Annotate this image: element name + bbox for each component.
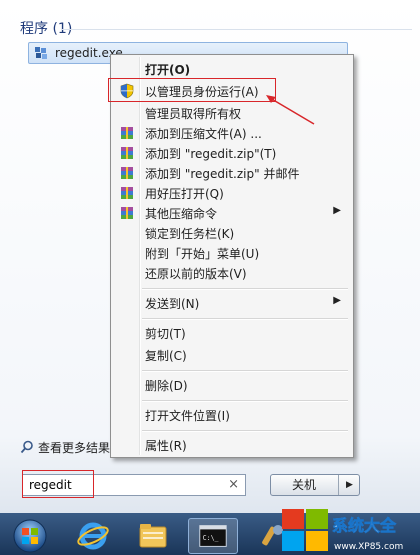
winrar-icon: [121, 127, 133, 139]
winrar-icon: [121, 167, 133, 179]
menu-separator: [142, 430, 348, 432]
menu-item-run-as-admin[interactable]: 以管理员身份运行(A): [113, 81, 351, 101]
menu-item-cut-label: 剪切(T): [145, 327, 186, 341]
search-icon: [20, 440, 33, 454]
menu-item-properties[interactable]: 属性(R): [113, 435, 351, 455]
menu-item-open-with-haozip[interactable]: 用好压打开(Q): [113, 183, 351, 203]
start-search-input[interactable]: [29, 477, 219, 493]
menu-item-add-to-zip-and-email-label: 添加到 "regedit.zip" 并邮件: [145, 167, 300, 181]
context-menu: 打开(O) 以管理员身份运行(A) 管理员取得所有权 添加到压缩文件(A) ..…: [110, 54, 354, 458]
menu-item-copy-label: 复制(C): [145, 349, 187, 363]
menu-separator: [142, 400, 348, 402]
menu-item-add-to-zip[interactable]: 添加到 "regedit.zip"(T): [113, 143, 351, 163]
menu-item-take-ownership[interactable]: 管理员取得所有权: [113, 103, 351, 123]
menu-item-open-with-haozip-label: 用好压打开(Q): [145, 187, 224, 201]
menu-separator: [142, 370, 348, 372]
shutdown-button[interactable]: 关机: [271, 475, 337, 495]
menu-item-other-compress-commands-label: 其他压缩命令: [145, 207, 218, 221]
menu-item-open-file-location[interactable]: 打开文件位置(I): [113, 405, 351, 425]
menu-item-cut[interactable]: 剪切(T): [113, 323, 351, 343]
submenu-arrow-icon: ▶: [333, 295, 341, 306]
menu-item-take-ownership-label: 管理员取得所有权: [145, 107, 242, 121]
menu-item-add-to-archive[interactable]: 添加到压缩文件(A) ...: [113, 123, 351, 143]
menu-item-send-to-label: 发送到(N): [145, 297, 200, 311]
menu-item-open[interactable]: 打开(O): [113, 59, 351, 79]
menu-item-restore-previous-versions-label: 还原以前的版本(V): [145, 267, 247, 281]
menu-item-delete-label: 删除(D): [145, 379, 188, 393]
winrar-icon: [121, 207, 133, 219]
windows-start-orb-icon[interactable]: [12, 518, 48, 554]
menu-separator: [142, 288, 348, 290]
start-search-box[interactable]: ×: [22, 474, 246, 496]
menu-item-pin-to-start-menu-label: 附到「开始」菜单(U): [145, 247, 260, 261]
menu-item-run-as-admin-label: 以管理员身份运行(A): [145, 85, 259, 99]
menu-item-restore-previous-versions[interactable]: 还原以前的版本(V): [113, 263, 351, 283]
command-prompt-icon[interactable]: C:\_: [188, 518, 238, 554]
see-more-results-label: 查看更多结果: [38, 441, 111, 455]
menu-item-pin-to-taskbar-label: 锁定到任务栏(K): [145, 227, 235, 241]
internet-explorer-icon[interactable]: [68, 518, 118, 554]
winrar-icon: [121, 187, 133, 199]
menu-separator: [142, 318, 348, 320]
file-explorer-icon[interactable]: [128, 518, 178, 554]
menu-item-open-file-location-label: 打开文件位置(I): [145, 409, 230, 423]
uac-shield-icon: [120, 83, 134, 99]
menu-item-pin-to-taskbar[interactable]: 锁定到任务栏(K): [113, 223, 351, 243]
menu-item-send-to[interactable]: 发送到(N) ▶: [113, 293, 351, 313]
menu-item-add-to-archive-label: 添加到压缩文件(A) ...: [145, 127, 262, 141]
shutdown-button-group: 关机 ▶: [270, 474, 360, 496]
menu-item-properties-label: 属性(R): [145, 439, 187, 453]
regedit-icon: [35, 47, 47, 59]
menu-item-delete[interactable]: 删除(D): [113, 375, 351, 395]
menu-item-pin-to-start-menu[interactable]: 附到「开始」菜单(U): [113, 243, 351, 263]
brand-name: 系统大全: [332, 516, 397, 535]
menu-item-add-to-zip-and-email[interactable]: 添加到 "regedit.zip" 并邮件: [113, 163, 351, 183]
shutdown-options-arrow-icon[interactable]: ▶: [338, 475, 360, 495]
see-more-results-link[interactable]: 查看更多结果: [20, 438, 120, 456]
menu-item-copy[interactable]: 复制(C): [113, 345, 351, 365]
winrar-icon: [121, 147, 133, 159]
menu-item-open-label: 打开(O): [145, 63, 191, 77]
menu-item-other-compress-commands[interactable]: 其他压缩命令 ▶: [113, 203, 351, 223]
clear-search-icon[interactable]: ×: [228, 477, 239, 492]
programs-section-header: 程序 (1): [20, 21, 73, 37]
submenu-arrow-icon: ▶: [333, 205, 341, 216]
programs-divider: [62, 29, 412, 30]
xitong-daquan-logo: 系统大全 www.XP85.com: [282, 509, 403, 552]
brand-url: www.XP85.com: [334, 542, 403, 552]
menu-item-add-to-zip-label: 添加到 "regedit.zip"(T): [145, 147, 277, 161]
svg-text:C:\_: C:\_: [203, 534, 219, 542]
